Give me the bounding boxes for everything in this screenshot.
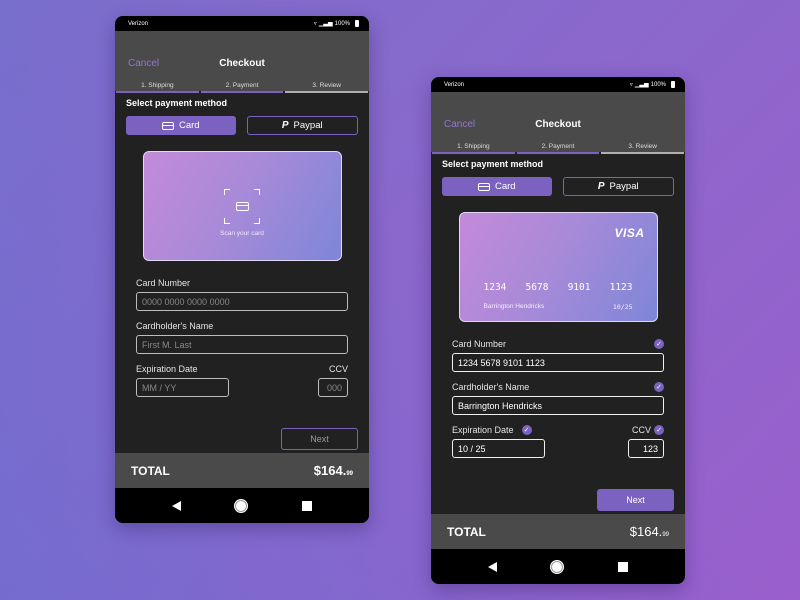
total-bar: TOTAL $164.99: [115, 453, 369, 488]
paypal-method-button[interactable]: P Paypal: [562, 177, 674, 196]
expiration-label: Expiration Date ✓: [452, 424, 545, 436]
step-payment[interactable]: 2. Payment: [516, 143, 600, 154]
cardholder-name-label: Cardholder's Name ✓: [452, 381, 664, 393]
cardholder-name-label: Cardholder's Name: [136, 321, 214, 331]
ccv-label: CCV ✓: [628, 424, 664, 436]
credit-card-icon: [161, 121, 174, 130]
recent-apps-icon[interactable]: [301, 500, 312, 511]
scan-card-label: Scan your card: [220, 230, 264, 237]
step-payment[interactable]: 2. Payment: [200, 82, 284, 93]
checkout-steps: 1. Shipping 2. Payment 3. Review: [432, 143, 685, 154]
battery-percent: 100%: [650, 81, 666, 88]
step-review[interactable]: 3. Review: [601, 143, 685, 154]
page-title: Checkout: [535, 119, 581, 130]
signal-icon: ▁▃▅: [318, 21, 333, 27]
app-header: Cancel Checkout 1. Shipping 2. Payment 3…: [431, 92, 685, 154]
ccv-label: CCV: [328, 364, 348, 374]
expiration-input[interactable]: MM / YY: [136, 378, 229, 397]
total-label: TOTAL: [131, 463, 170, 478]
check-icon: ✓: [654, 425, 664, 435]
cardholder-name-input[interactable]: Barrington Hendricks: [452, 396, 664, 415]
credit-card-icon: [235, 202, 249, 211]
total-amount: $164.99: [629, 524, 669, 539]
back-icon[interactable]: [488, 561, 498, 572]
card-method-button[interactable]: Card: [126, 116, 236, 135]
ccv-input[interactable]: 123: [628, 439, 664, 458]
status-bar: Verizon ▿ ▁▃▅ 100%: [431, 77, 685, 92]
card-number-input[interactable]: 1234 5678 9101 1123: [452, 353, 664, 372]
paypal-method-button[interactable]: P Paypal: [246, 116, 358, 135]
step-shipping[interactable]: 1. Shipping: [116, 82, 199, 93]
visa-logo: VISA: [614, 226, 645, 240]
step-shipping[interactable]: 1. Shipping: [432, 143, 515, 154]
payment-method-toggle: Card P Paypal: [126, 116, 358, 135]
checkout-steps: 1. Shipping 2. Payment 3. Review: [116, 82, 369, 93]
wifi-icon: ▿: [629, 82, 633, 88]
status-bar: Verizon ▿ ▁▃▅ 100%: [115, 16, 369, 31]
card-number-label: Card Number: [136, 278, 191, 288]
battery-icon: [671, 81, 675, 88]
paypal-icon: P: [597, 181, 605, 192]
check-icon: ✓: [654, 382, 664, 392]
carrier-label: Verizon: [444, 81, 465, 88]
battery-percent: 100%: [334, 20, 350, 27]
android-nav-bar: [115, 488, 369, 523]
card-preview-number: 1234 5678 9101 1123: [483, 282, 633, 293]
expiration-label: Expiration Date: [136, 364, 198, 374]
scan-card-area[interactable]: Scan your card: [142, 151, 342, 261]
wifi-icon: ▿: [313, 21, 317, 27]
paypal-icon: P: [281, 120, 289, 131]
card-preview-holder: Barrington Hendricks: [483, 303, 545, 310]
battery-icon: [355, 20, 359, 27]
check-icon: ✓: [521, 425, 532, 435]
next-button[interactable]: Next: [597, 489, 674, 511]
next-button[interactable]: Next: [281, 428, 358, 450]
card-method-button[interactable]: Card: [442, 177, 552, 196]
total-bar: TOTAL $164.99: [431, 514, 685, 549]
recent-apps-icon[interactable]: [617, 561, 628, 572]
ccv-input[interactable]: 000: [318, 378, 348, 397]
total-amount: $164.99: [313, 463, 353, 478]
step-review[interactable]: 3. Review: [285, 82, 369, 93]
card-number-input[interactable]: 0000 0000 0000 0000: [136, 292, 348, 311]
phone-filled-form: Verizon ▿ ▁▃▅ 100% Cancel Checkout 1. Sh…: [431, 77, 685, 584]
page-title: Checkout: [219, 58, 265, 69]
scan-frame-icon: [223, 189, 260, 224]
credit-card-icon: [477, 182, 490, 191]
android-nav-bar: [431, 549, 685, 584]
phone-empty-form: Verizon ▿ ▁▃▅ 100% Cancel Checkout 1. Sh…: [115, 16, 369, 523]
card-form: Card Number ✓ 1234 5678 9101 1123 Cardho…: [452, 338, 664, 467]
card-form: Card Number 0000 0000 0000 0000 Cardhold…: [136, 277, 348, 406]
card-number-label: Card Number ✓: [452, 338, 664, 350]
home-icon[interactable]: [551, 560, 564, 573]
card-preview-expiry: 10/25: [612, 303, 633, 311]
section-title: Select payment method: [442, 159, 544, 169]
back-icon[interactable]: [172, 500, 182, 511]
section-title: Select payment method: [126, 98, 228, 108]
cardholder-name-input[interactable]: First M. Last: [136, 335, 348, 354]
payment-method-toggle: Card P Paypal: [442, 177, 674, 196]
home-icon[interactable]: [235, 499, 248, 512]
signal-icon: ▁▃▅: [634, 82, 649, 88]
carrier-label: Verizon: [128, 20, 149, 27]
app-header: Cancel Checkout 1. Shipping 2. Payment 3…: [115, 31, 369, 93]
credit-card-preview: VISA 1234 5678 9101 1123 Barrington Hend…: [458, 212, 658, 322]
total-label: TOTAL: [447, 524, 486, 539]
expiration-input[interactable]: 10 / 25: [452, 439, 545, 458]
check-icon: ✓: [654, 339, 664, 349]
